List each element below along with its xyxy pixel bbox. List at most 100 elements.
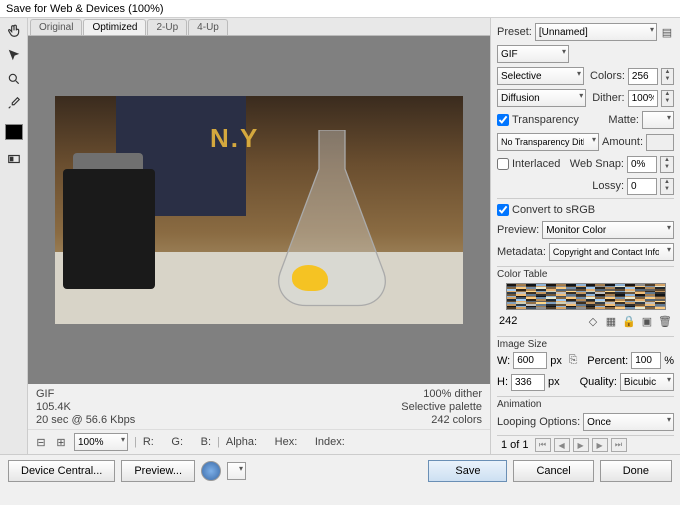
status-dither: 100% dither (401, 388, 482, 401)
looping-select[interactable]: Once (583, 413, 674, 431)
lossy-input[interactable] (627, 178, 657, 195)
w-label: W: (497, 355, 510, 367)
slice-visibility-icon[interactable] (5, 150, 23, 168)
device-central-button[interactable]: Device Central... (8, 460, 115, 482)
zoom-minus-icon[interactable]: ⊟ (34, 435, 48, 449)
websnap-stepper[interactable]: ▲▼ (660, 156, 674, 173)
browser-icon[interactable] (201, 461, 221, 481)
dither-method-select[interactable]: Diffusion (497, 89, 586, 107)
convert-srgb-checkbox[interactable] (497, 204, 509, 216)
preview-button[interactable]: Preview... (121, 460, 195, 482)
transparency-label: Transparency (512, 114, 579, 126)
tab-optimized[interactable]: Optimized (83, 19, 146, 35)
preview-canvas[interactable]: N.Y (28, 36, 490, 384)
anim-prev-icon[interactable]: ◀ (554, 438, 570, 452)
cancel-button[interactable]: Cancel (513, 460, 593, 482)
colors-stepper[interactable]: ▲▼ (661, 68, 674, 85)
px-suffix-h: px (548, 376, 560, 388)
readout-alpha: Alpha: (226, 436, 257, 448)
preview-select[interactable]: Monitor Color (542, 221, 674, 239)
save-button[interactable]: Save (428, 460, 507, 482)
image-size-label: Image Size (497, 336, 674, 350)
websnap-input[interactable] (627, 156, 657, 173)
ct-diamond-icon[interactable]: ◇ (586, 314, 600, 328)
percent-input[interactable] (631, 352, 661, 369)
interlaced-checkbox[interactable] (497, 158, 509, 170)
h-label: H: (497, 376, 508, 388)
tab-4up[interactable]: 4-Up (188, 19, 228, 35)
format-select[interactable]: GIF (497, 45, 569, 63)
animation-label: Animation (497, 396, 674, 410)
px-suffix-w: px (550, 355, 562, 367)
preview-tabs: Original Optimized 2-Up 4-Up (28, 18, 490, 36)
dither-stepper[interactable]: ▲▼ (661, 90, 674, 107)
frame-info: 1 of 1 (501, 439, 529, 451)
quality-label: Quality: (580, 376, 617, 388)
websnap-label: Web Snap: (570, 158, 624, 170)
preset-menu-icon[interactable]: ▤ (660, 25, 674, 39)
anim-play-icon[interactable]: ▶ (573, 438, 589, 452)
ct-new-icon[interactable]: ▣ (640, 314, 654, 328)
convert-srgb-label: Convert to sRGB (512, 204, 595, 216)
status-area: GIF 105.4K 20 sec @ 56.6 Kbps 100% dithe… (28, 384, 490, 429)
anim-last-icon[interactable]: ⏭ (611, 438, 627, 452)
zoom-tool-icon[interactable] (5, 70, 23, 88)
matte-select[interactable] (642, 111, 674, 129)
amount-input (646, 134, 674, 151)
readout-r: R: (143, 436, 154, 448)
percent-label: Percent: (587, 355, 628, 367)
reduction-select[interactable]: Selective (497, 67, 584, 85)
readout-g: G: (171, 436, 183, 448)
colors-input[interactable] (628, 68, 658, 85)
status-colors: 242 colors (401, 414, 482, 427)
lossy-label: Lossy: (592, 180, 624, 192)
tab-2up[interactable]: 2-Up (147, 19, 187, 35)
foreground-color-swatch[interactable] (5, 124, 23, 140)
status-format: GIF (36, 388, 135, 401)
preset-label: Preset: (497, 26, 532, 38)
height-input[interactable] (511, 374, 545, 391)
status-palette: Selective palette (401, 401, 482, 414)
eyedropper-icon[interactable] (5, 94, 23, 112)
browser-select[interactable] (227, 462, 246, 480)
slice-select-icon[interactable] (5, 46, 23, 64)
width-input[interactable] (513, 352, 547, 369)
tab-original[interactable]: Original (30, 19, 82, 35)
anim-next-icon[interactable]: ▶ (592, 438, 608, 452)
dither-label: Dither: (592, 92, 624, 104)
readout-index: Index: (315, 436, 345, 448)
settings-panel: Preset: [Unnamed] ▤ GIF Selective Colors… (490, 18, 680, 454)
transparency-checkbox[interactable] (497, 114, 509, 126)
status-timing: 20 sec @ 56.6 Kbps (36, 414, 135, 427)
lossy-stepper[interactable]: ▲▼ (660, 178, 674, 195)
dither-input[interactable] (628, 90, 658, 107)
readout-b: B: (201, 436, 211, 448)
trans-dither-select[interactable]: No Transparency Dither (497, 133, 599, 151)
color-table[interactable] (506, 283, 666, 310)
metadata-select[interactable]: Copyright and Contact Info (549, 243, 674, 261)
anim-first-icon[interactable]: ⏮ (535, 438, 551, 452)
metadata-label: Metadata: (497, 246, 546, 258)
zoom-select[interactable]: 100% (74, 433, 128, 451)
tool-strip (0, 18, 28, 454)
info-bar: ⊟ ⊞ 100% | R: G: B: | Alpha: Hex: Index: (28, 429, 490, 454)
window-title: Save for Web & Devices (100%) (6, 3, 164, 15)
matte-label: Matte: (608, 114, 639, 126)
done-button[interactable]: Done (600, 460, 672, 482)
ct-lock-icon[interactable]: 🔒 (622, 314, 636, 328)
interlaced-label: Interlaced (512, 158, 560, 170)
readout-hex: Hex: (275, 436, 298, 448)
ct-shift-icon[interactable]: ▦ (604, 314, 618, 328)
status-size: 105.4K (36, 401, 135, 414)
color-count: 242 (499, 315, 517, 327)
preview-image: N.Y (55, 96, 463, 324)
quality-select[interactable]: Bicubic (620, 373, 674, 391)
link-icon[interactable]: ⎘ (567, 354, 579, 368)
preset-select[interactable]: [Unnamed] (535, 23, 657, 41)
preview-label: Preview: (497, 224, 539, 236)
ct-trash-icon[interactable]: 🗑 (658, 314, 672, 328)
window-titlebar: Save for Web & Devices (100%) (0, 0, 680, 18)
colors-label: Colors: (590, 70, 625, 82)
zoom-plus-icon[interactable]: ⊞ (54, 435, 68, 449)
hand-tool-icon[interactable] (5, 22, 23, 40)
